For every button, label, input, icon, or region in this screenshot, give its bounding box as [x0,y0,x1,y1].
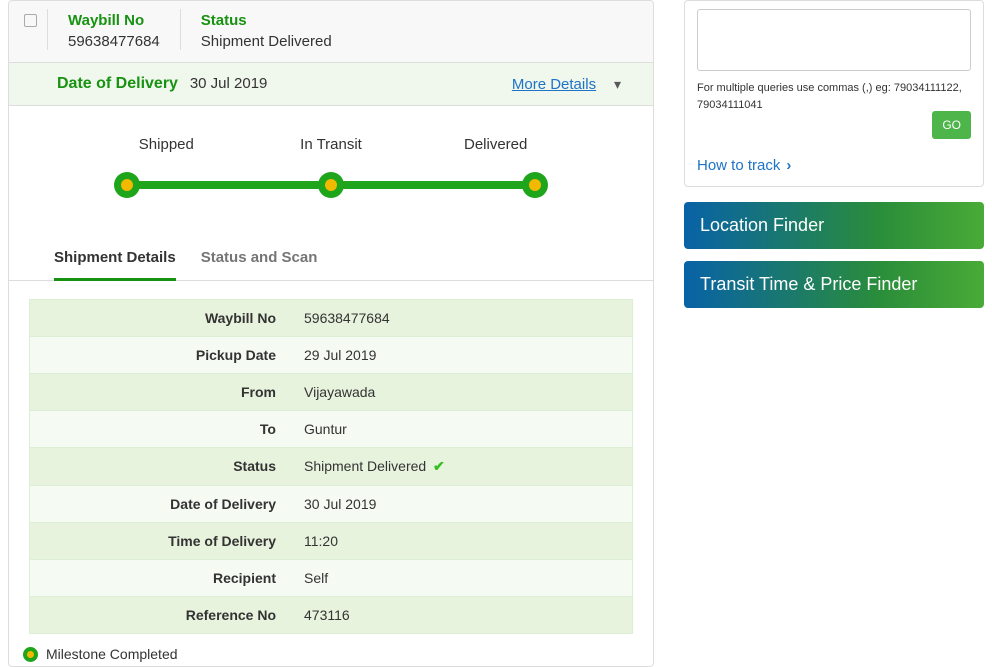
tracking-input[interactable] [697,9,971,71]
detail-value: 11:20 [290,523,632,559]
progress-node-transit [318,172,344,198]
status-value: Shipment Delivered [201,33,638,50]
search-panel: For multiple queries use commas (,) eg: … [684,0,984,187]
select-checkbox[interactable] [24,14,37,27]
stage-shipped: Shipped [84,136,249,153]
more-details-link[interactable]: More Details [512,76,596,93]
detail-value: 30 Jul 2019 [290,486,632,522]
location-finder-button[interactable]: Location Finder [684,202,984,249]
search-hint: For multiple queries use commas (,) eg: … [697,80,971,113]
detail-label: To [30,411,290,447]
tabs: Shipment Details Status and Scan [9,239,653,281]
detail-value: Shipment Delivered ✔ [290,448,632,485]
go-button[interactable]: GO [932,111,971,139]
card-header: Waybill No 59638477684 Status Shipment D… [9,1,653,62]
table-row: Reference No473116 [30,596,632,633]
progress-node-delivered [522,172,548,198]
how-to-track-link[interactable]: How to track › [697,157,971,174]
tab-status-scan[interactable]: Status and Scan [201,239,318,281]
milestone-legend: Milestone Completed [9,634,653,666]
chevron-right-icon: › [786,157,791,174]
detail-label: Date of Delivery [30,486,290,522]
transit-finder-button[interactable]: Transit Time & Price Finder [684,261,984,308]
delivery-date-row: Date of Delivery 30 Jul 2019 More Detail… [9,62,653,106]
detail-value: Self [290,560,632,596]
stage-in-transit: In Transit [249,136,414,153]
delivery-date-value: 30 Jul 2019 [190,75,268,92]
detail-label: From [30,374,290,410]
table-row: Pickup Date29 Jul 2019 [30,336,632,373]
progress-node-shipped [114,172,140,198]
detail-label: Recipient [30,560,290,596]
chevron-down-icon[interactable]: ▾ [614,76,621,93]
detail-label: Status [30,448,290,485]
detail-value: Guntur [290,411,632,447]
detail-value: 29 Jul 2019 [290,337,632,373]
detail-label: Time of Delivery [30,523,290,559]
check-icon: ✔ [429,458,445,474]
tab-shipment-details[interactable]: Shipment Details [54,239,176,281]
detail-label: Pickup Date [30,337,290,373]
milestone-icon [23,647,38,662]
table-row: Waybill No59638477684 [30,300,632,336]
table-row: Time of Delivery11:20 [30,522,632,559]
detail-value: 473116 [290,597,632,633]
howto-label: How to track [697,157,780,174]
table-row: FromVijayawada [30,373,632,410]
progress-tracker: Shipped In Transit Delivered [9,106,653,239]
table-row: RecipientSelf [30,559,632,596]
stage-delivered: Delivered [413,136,578,153]
detail-label: Reference No [30,597,290,633]
detail-value: 59638477684 [290,300,632,336]
status-label: Status [201,9,638,33]
table-row: StatusShipment Delivered ✔ [30,447,632,485]
delivery-date-label: Date of Delivery [57,75,178,92]
shipment-card: Waybill No 59638477684 Status Shipment D… [8,0,654,667]
details-table: Waybill No59638477684Pickup Date29 Jul 2… [29,299,633,634]
detail-label: Waybill No [30,300,290,336]
waybill-label: Waybill No [68,9,160,33]
table-row: ToGuntur [30,410,632,447]
detail-value: Vijayawada [290,374,632,410]
milestone-label: Milestone Completed [46,646,178,662]
waybill-value: 59638477684 [68,33,160,50]
table-row: Date of Delivery30 Jul 2019 [30,485,632,522]
